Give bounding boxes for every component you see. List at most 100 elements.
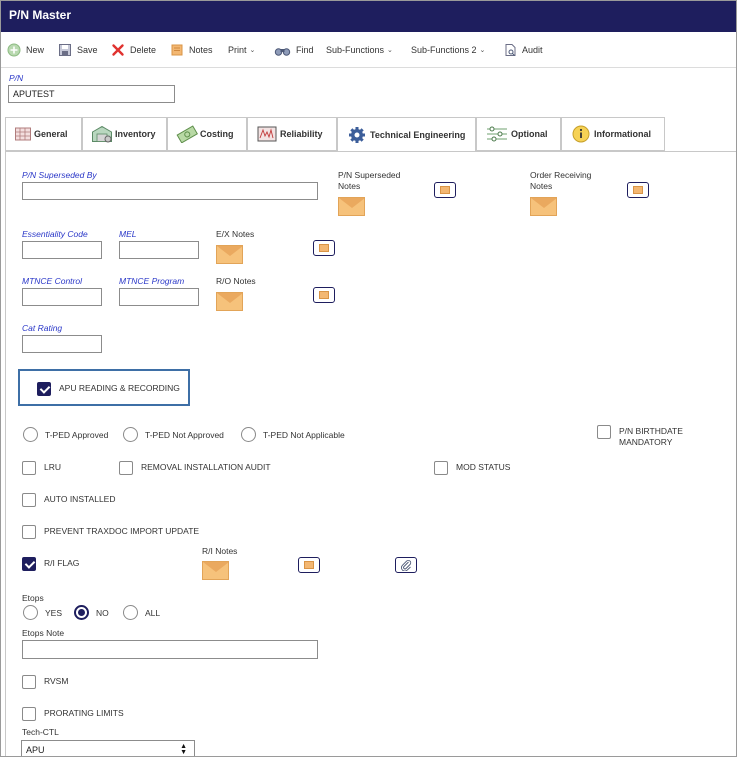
window-title: P/N Master [1,1,736,32]
rvsm-label: RVSM [44,676,69,686]
etops-all-label: ALL [145,608,161,618]
tab-inventory[interactable]: Inventory [82,117,167,151]
ri-flag-label: R/I FLAG [44,558,80,568]
auto-installed-checkbox[interactable] [22,493,36,507]
cat-rating-label: Cat Rating [22,323,63,333]
find-button[interactable]: Find [274,42,314,58]
ri-notes-label: R/I Notes [202,546,238,556]
tab-costing[interactable]: Costing [167,117,247,151]
pn-superseded-notes-label: P/N Superseded Notes [338,170,401,191]
ro-notes-button[interactable] [313,287,335,303]
tped-not-applicable-label: T-PED Not Applicable [263,430,345,440]
note-icon [319,244,329,252]
pn-master-window: P/N Master New Save Delete Notes Print ⌄… [0,0,737,757]
etops-yes-label: YES [45,608,63,618]
auto-installed-label: AUTO INSTALLED [44,494,116,504]
mod-status-label: MOD STATUS [456,462,511,472]
etops-label: Etops [22,593,44,603]
order-receiving-notes-envelope-icon[interactable] [530,197,557,216]
floppy-disk-icon [58,43,72,57]
ri-notes-button[interactable] [298,557,320,573]
mel-label: MEL [119,229,137,239]
tped-not-approved-radio[interactable] [123,427,138,442]
gear-icon [346,126,368,144]
mod-status-checkbox[interactable] [434,461,448,475]
binoculars-icon [274,43,291,57]
ri-flag-checkbox[interactable] [22,557,36,571]
note-icon [170,43,184,57]
tech-ctl-value: APU [26,745,45,755]
mel-input[interactable] [119,241,199,259]
sliders-icon [485,125,509,143]
lru-label: LRU [44,462,62,472]
apu-reading-checkbox[interactable] [37,382,51,396]
tech-ctl-label: Tech-CTL [22,727,59,737]
warehouse-icon [91,125,113,143]
tab-reliability[interactable]: Reliability [247,117,337,151]
etops-note-input[interactable] [22,640,318,659]
ex-notes-envelope-icon[interactable] [216,245,243,264]
pn-birthdate-mandatory-checkbox[interactable] [597,425,611,439]
print-menu[interactable]: Print ⌄ [228,42,255,58]
pn-superseded-by-label: P/N Superseded By [22,170,97,180]
ro-notes-envelope-icon[interactable] [216,292,243,311]
pn-label: P/N [9,73,24,83]
note-icon [440,186,450,194]
etops-no-radio[interactable] [74,605,89,620]
removal-installation-audit-checkbox[interactable] [119,461,133,475]
ri-notes-envelope-icon[interactable] [202,561,229,580]
toolbar: New Save Delete Notes Print ⌄ Find Sub-F… [1,32,736,68]
tped-approved-radio[interactable] [23,427,38,442]
prorating-limits-checkbox[interactable] [22,707,36,721]
tab-general[interactable]: General [5,117,82,151]
ex-notes-button[interactable] [313,240,335,256]
note-icon [633,186,643,194]
pn-superseded-notes-button[interactable] [434,182,456,198]
general-table-icon [14,125,32,143]
audit-button[interactable]: Audit [503,42,543,58]
note-icon [319,291,329,299]
mtnce-control-input[interactable] [22,288,102,306]
sort-arrows-icon: ▲ ▼ [180,743,187,756]
delete-button[interactable]: Delete [111,42,156,58]
pn-input[interactable] [8,85,175,103]
plus-circle-icon [7,43,21,57]
pn-birthdate-mandatory-label: P/N BIRTHDATE MANDATORY [619,426,683,447]
lru-checkbox[interactable] [22,461,36,475]
order-receiving-notes-label: Order Receiving Notes [530,170,592,191]
sub-functions-menu[interactable]: Sub-Functions ⌄ [326,42,393,58]
tped-not-approved-label: T-PED Not Approved [145,430,224,440]
rvsm-checkbox[interactable] [22,675,36,689]
paperclip-icon [401,560,412,571]
prorating-limits-label: PRORATING LIMITS [44,708,124,718]
cat-rating-input[interactable] [22,335,102,353]
ex-notes-label: E/X Notes [216,229,255,239]
tped-approved-label: T-PED Approved [45,430,109,440]
ri-attachment-button[interactable] [395,557,417,573]
mtnce-program-input[interactable] [119,288,199,306]
save-button[interactable]: Save [58,42,98,58]
tab-informational[interactable]: Informational [561,117,665,151]
apu-reading-label: APU READING & RECORDING [59,383,180,393]
tped-not-applicable-radio[interactable] [241,427,256,442]
pn-superseded-by-input[interactable] [22,182,318,200]
order-receiving-notes-button[interactable] [627,182,649,198]
technical-engineering-panel [5,151,736,756]
reliability-chart-icon [256,125,278,143]
etops-no-label: NO [96,608,109,618]
prevent-traxdoc-checkbox[interactable] [22,525,36,539]
info-icon [570,125,592,143]
tab-optional[interactable]: Optional [476,117,561,151]
tech-ctl-select[interactable]: APU ▲ ▼ [21,740,195,756]
sub-functions-2-menu[interactable]: Sub-Functions 2 ⌄ [411,42,485,58]
etops-all-radio[interactable] [123,605,138,620]
pn-superseded-notes-envelope-icon[interactable] [338,197,365,216]
new-button[interactable]: New [7,42,44,58]
essentiality-code-input[interactable] [22,241,102,259]
tab-technical-engineering[interactable]: Technical Engineering [337,117,476,152]
tab-bar: General Inventory Costing Reliability Te… [1,117,736,152]
notes-button[interactable]: Notes [170,42,213,58]
chevron-down-icon: ⌄ [479,47,486,54]
etops-yes-radio[interactable] [23,605,38,620]
money-icon [176,125,198,144]
